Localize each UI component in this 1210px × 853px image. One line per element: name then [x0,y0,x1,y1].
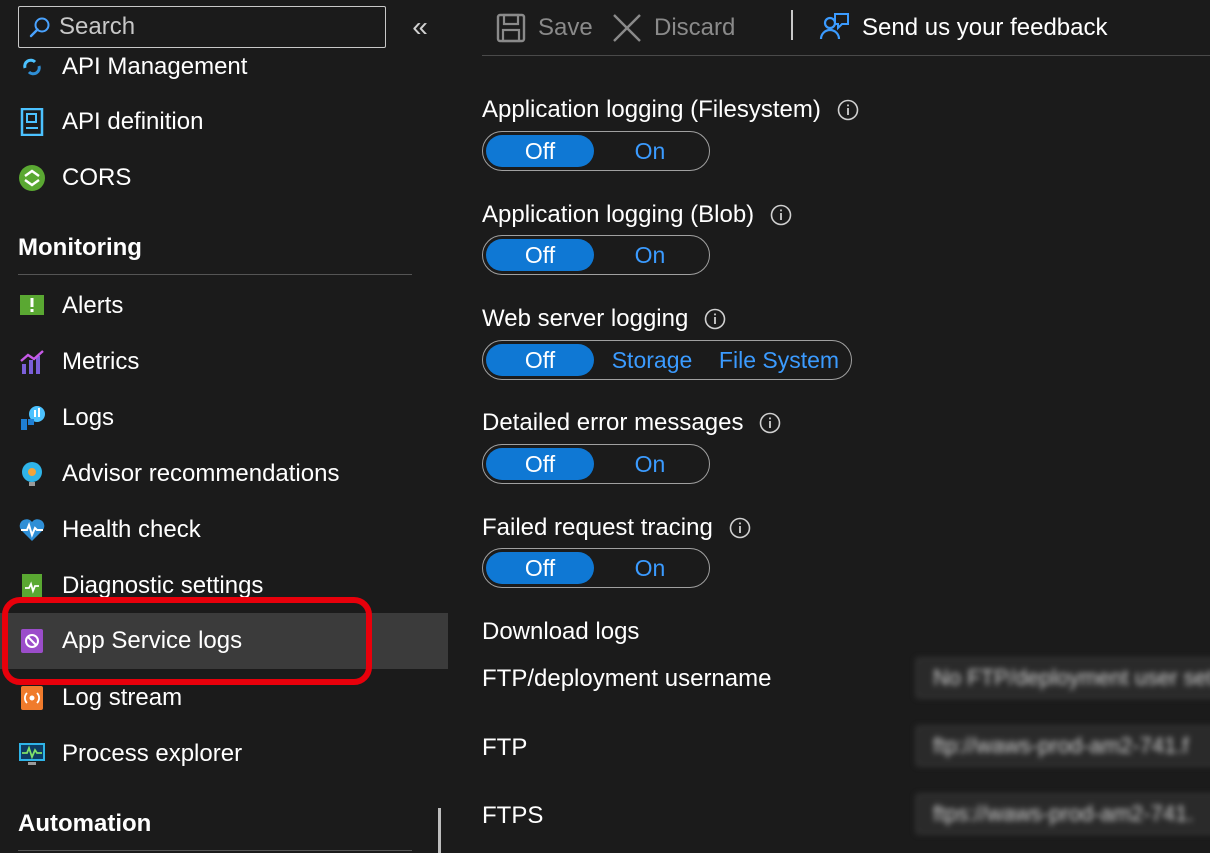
monitoring-heading: Monitoring [18,234,142,261]
sidebar-item-alerts[interactable]: Alerts [0,278,448,334]
feedback-label: Send us your feedback [862,14,1108,41]
option-on[interactable]: On [594,239,706,271]
option-on[interactable]: On [594,135,706,167]
sidebar-item-label: Logs [62,404,115,431]
section-divider [18,274,412,275]
option-off[interactable]: Off [486,135,594,167]
save-button[interactable]: Save [496,8,593,48]
sidebar-item-label: Process explorer [62,740,243,767]
sidebar-item-label: Diagnostic settings [62,572,264,599]
setting-label-detailed-error-messages: Detailed error messages [482,409,781,437]
discard-label: Discard [654,14,736,41]
sidebar-item-label: Health check [62,516,201,543]
info-icon[interactable] [837,99,859,121]
sidebar-item-health-check[interactable]: Health check [0,502,448,558]
sidebar-item-label: Advisor recommendations [62,460,340,487]
setting-label-text: Detailed error messages [482,409,744,436]
discard-button[interactable]: Discard [612,8,735,48]
ftp-username-value[interactable]: No FTP/deployment user set [916,658,1210,698]
setting-label-failed-request-tracing: Failed request tracing [482,514,751,542]
log-stream-icon [18,684,46,712]
setting-label-app-logging-blob: Application logging (Blob) [482,201,792,229]
setting-label-text: Application logging (Filesystem) [482,96,821,123]
search-input[interactable] [59,13,359,41]
sidebar-item-label: CORS [62,164,132,191]
sidebar-item-label: Log stream [62,684,183,711]
alerts-icon [18,292,46,320]
section-divider [18,850,412,851]
sidebar-item-label: API definition [62,108,204,135]
setting-label-web-server-logging: Web server logging [482,305,726,333]
sidebar-item-advisor-recommendations[interactable]: Advisor recommendations [0,446,448,502]
app-service-logs-page: « API Management API definition CORS Mon… [0,0,1210,853]
sidebar-item-label: App Service logs [62,627,243,654]
option-file-system[interactable]: File System [710,344,848,376]
setting-label-text: Web server logging [482,305,689,332]
logs-icon [18,404,46,432]
sidebar-item-cors[interactable]: CORS [0,150,448,206]
metrics-icon [18,348,46,376]
toggle-web-server-logging: Off Storage File System [482,340,852,380]
option-on[interactable]: On [594,552,706,584]
main-content: Save Discard Send us your feedback Appli… [448,0,1210,853]
option-off[interactable]: Off [486,344,594,376]
sidebar-scrollbar[interactable] [438,808,441,853]
info-icon[interactable] [759,412,781,434]
toggle-failed-request-tracing: Off On [482,548,710,588]
setting-label-text: Application logging (Blob) [482,201,755,228]
health-check-icon [18,516,46,544]
close-icon [613,14,641,42]
sidebar-item-label: API Management [62,53,248,80]
toggle-app-logging-blob: Off On [482,235,710,275]
app-service-logs-icon [18,627,46,655]
diagnostic-settings-icon [18,572,46,600]
info-icon[interactable] [729,517,751,539]
sidebar-item-label: Metrics [62,348,140,375]
sidebar-item-app-service-logs[interactable]: App Service logs [0,613,448,669]
sidebar-item-api-definition[interactable]: API definition [0,94,448,150]
api-management-icon [18,53,46,81]
option-storage[interactable]: Storage [594,344,710,376]
api-definition-icon [18,108,46,136]
ftp-username-label: FTP/deployment username [482,665,772,692]
sidebar-item-logs[interactable]: Logs [0,390,448,446]
ftps-url-field[interactable]: ftps://waws-prod-am2-741. [916,794,1210,834]
info-icon[interactable] [770,204,792,226]
toolbar-separator [791,10,793,40]
process-explorer-icon [18,740,46,768]
sidebar-item-log-stream[interactable]: Log stream [0,670,448,726]
setting-label-app-logging-filesystem: Application logging (Filesystem) [482,96,859,124]
send-feedback-button[interactable]: Send us your feedback [818,8,1108,48]
option-off[interactable]: Off [486,448,594,480]
option-off[interactable]: Off [486,239,594,271]
automation-heading: Automation [18,810,152,837]
option-off[interactable]: Off [486,552,594,584]
download-logs-heading: Download logs [482,618,640,645]
cors-icon [18,164,46,192]
command-bar: Save Discard Send us your feedback [482,0,1210,56]
feedback-icon [819,13,849,40]
sidebar-item-diagnostic-settings[interactable]: Diagnostic settings [0,558,448,614]
setting-label-text: Failed request tracing [482,514,713,541]
ftps-label: FTPS [482,802,544,829]
save-label: Save [538,14,593,41]
advisor-icon [18,460,46,488]
sidebar-item-label: Alerts [62,292,124,319]
ftp-label: FTP [482,734,528,761]
resource-menu-sidebar: « API Management API definition CORS Mon… [0,0,448,853]
info-icon[interactable] [704,308,726,330]
sidebar-item-api-management[interactable]: API Management [0,39,448,95]
ftp-url-field[interactable]: ftp://waws-prod-am2-741.f [916,726,1210,766]
option-on[interactable]: On [594,448,706,480]
toggle-app-logging-filesystem: Off On [482,131,710,171]
save-icon [496,13,526,43]
search-icon [29,17,50,38]
sidebar-item-metrics[interactable]: Metrics [0,334,448,390]
toggle-detailed-error-messages: Off On [482,444,710,484]
sidebar-item-process-explorer[interactable]: Process explorer [0,726,448,782]
